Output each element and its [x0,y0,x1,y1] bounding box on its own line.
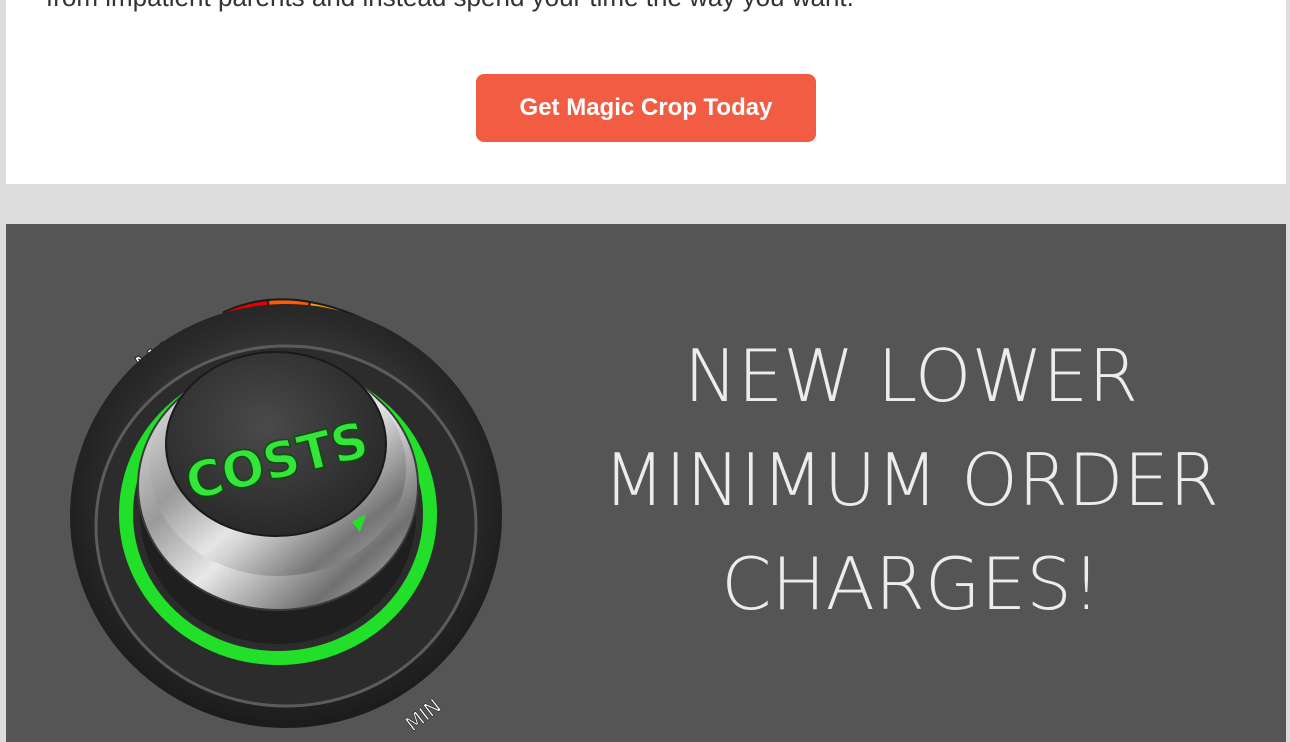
headline-line-1: NEW LOWER [683,334,1139,418]
page: from impatient parents and instead spend… [0,0,1290,742]
min-label: MIN [401,694,446,736]
promo-card: from impatient parents and instead spend… [6,0,1286,184]
intro-text: from impatient parents and instead spend… [46,0,854,16]
headline-line-3: CHARGES! [721,542,1101,626]
costs-knob-graphic: MAX MIN COSTS [70,298,502,736]
minimum-order-banner: MAX MIN COSTS NEW LOWER MINIMUM ORDER CH… [6,224,1286,742]
get-magic-crop-button[interactable]: Get Magic Crop Today [476,74,816,142]
banner-headline: NEW LOWER MINIMUM ORDER CHARGES! [581,324,1241,636]
headline-line-2: MINIMUM ORDER [603,438,1219,522]
